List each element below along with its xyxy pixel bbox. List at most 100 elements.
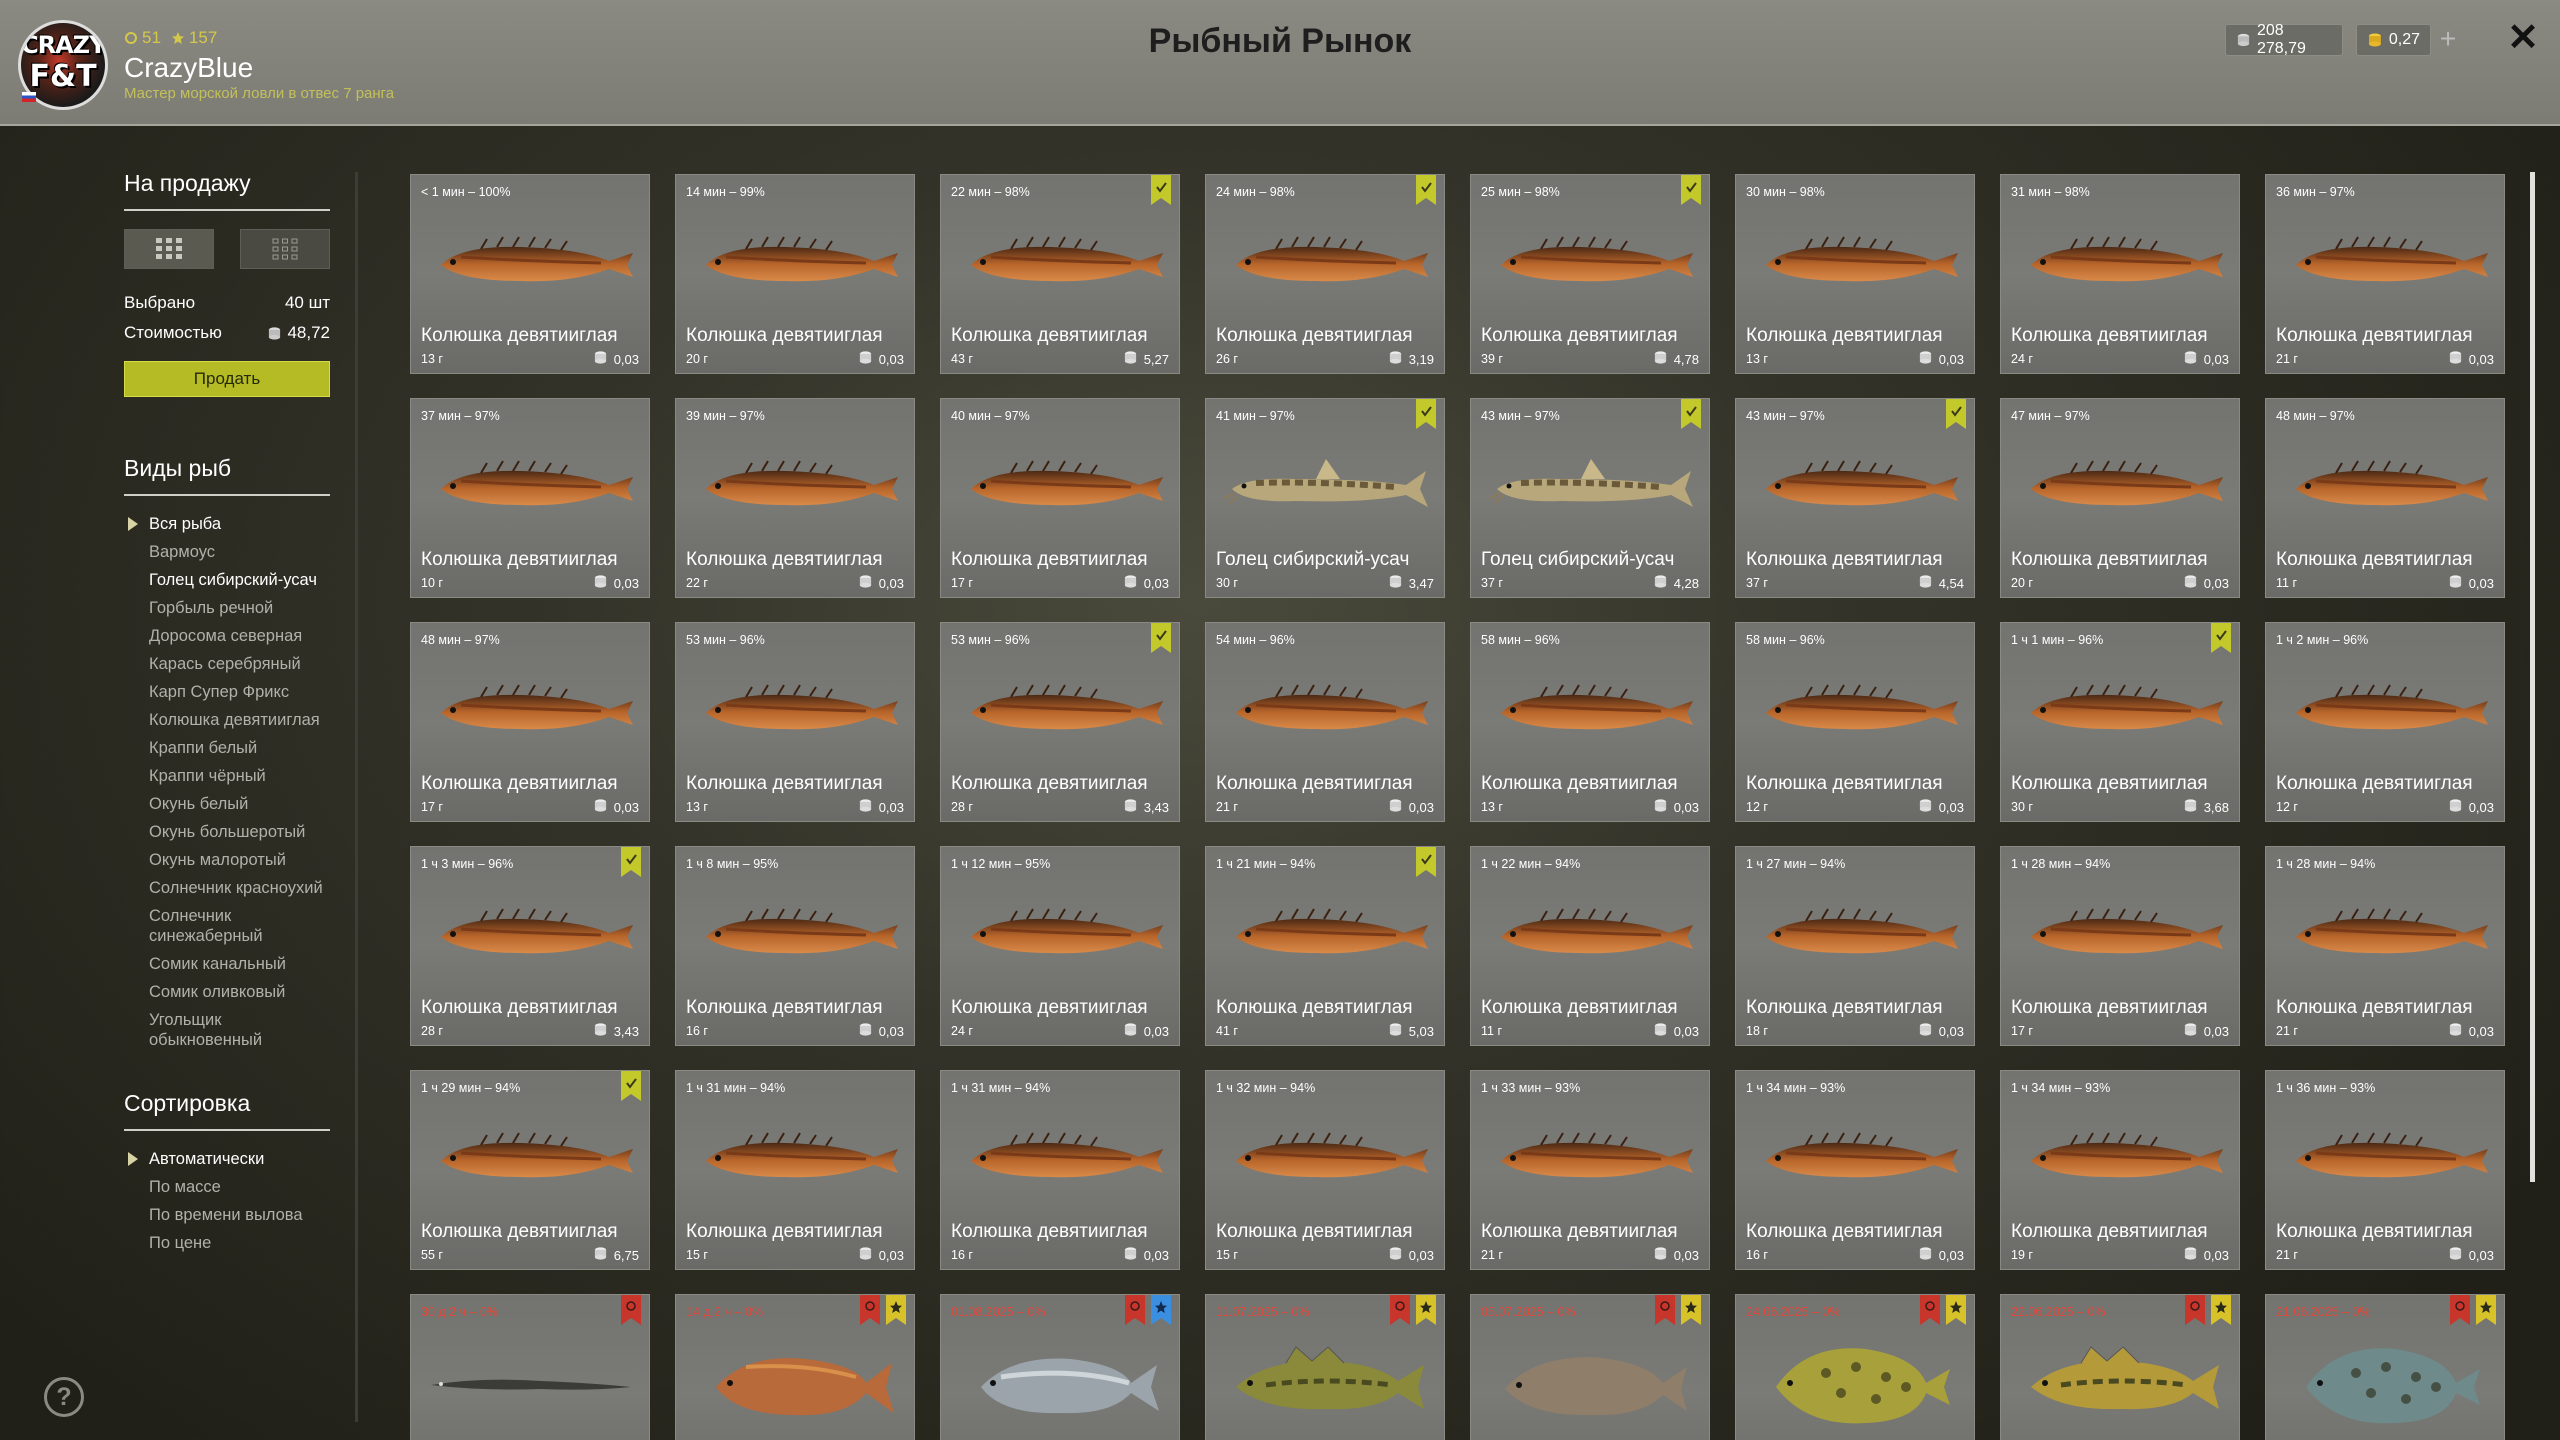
- stickleback-fish-image: [2031, 460, 2223, 506]
- fish-price-value: 3,68: [2203, 799, 2229, 815]
- fish-card[interactable]: 1 ч 34 мин – 93% Колюшка девятииглая 19 г…: [2000, 1070, 2240, 1270]
- catch-time-freshness: 58 мин – 96%: [1481, 633, 1560, 647]
- fish-card[interactable]: 21.06.2025 – 0%: [2265, 1294, 2505, 1440]
- fish-card[interactable]: 1 ч 21 мин – 94% Колюшка девятииглая 41 г…: [1205, 846, 1445, 1046]
- fish-card[interactable]: 1 ч 3 мин – 96% Колюшка девятииглая 28 г 3…: [410, 846, 650, 1046]
- sort-option[interactable]: По цене: [124, 1233, 330, 1253]
- fish-card[interactable]: 14 д 2 ч – 0%: [675, 1294, 915, 1440]
- fish-card[interactable]: 39 мин – 97% Колюшка девятииглая 22 г 0,03: [675, 398, 915, 598]
- fish-card[interactable]: 43 мин – 97% Колюшка девятииглая 37 г 4,54: [1735, 398, 1975, 598]
- fish-card[interactable]: 25 мин – 98% Колюшка девятииглая 39 г 4,78: [1470, 174, 1710, 374]
- gold-balance: 0,27: [2356, 24, 2431, 56]
- view-toggle: [124, 229, 330, 269]
- fish-card[interactable]: 1 ч 28 мин – 94% Колюшка девятииглая 17 г…: [2000, 846, 2240, 1046]
- fish-card[interactable]: 31 мин – 98% Колюшка девятииглая 24 г 0,03: [2000, 174, 2240, 374]
- species-item[interactable]: Вармоус: [124, 542, 330, 562]
- fish-card[interactable]: 54 мин – 96% Колюшка девятииглая 21 г 0,03: [1205, 622, 1445, 822]
- selected-arrow-icon: [128, 517, 138, 531]
- fish-card[interactable]: 1 ч 33 мин – 93% Колюшка девятииглая 21 г…: [1470, 1070, 1710, 1270]
- species-item[interactable]: Краппи чёрный: [124, 766, 330, 786]
- fish-card[interactable]: 48 мин – 97% Колюшка девятииглая 17 г 0,03: [410, 622, 650, 822]
- check-ribbon-icon: [1151, 623, 1171, 653]
- fish-card[interactable]: 24 мин – 98% Колюшка девятииглая 26 г 3,19: [1205, 174, 1445, 374]
- fish-card[interactable]: 1 ч 36 мин – 93% Колюшка девятииглая 21 г…: [2265, 1070, 2505, 1270]
- grid-scrollbar[interactable]: [2530, 172, 2535, 1182]
- fish-card[interactable]: 1 ч 2 мин – 96% Колюшка девятииглая 12 г 0…: [2265, 622, 2505, 822]
- fish-card[interactable]: 48 мин – 97% Колюшка девятииглая 11 г 0,03: [2265, 398, 2505, 598]
- fish-card[interactable]: 1 ч 28 мин – 94% Колюшка девятииглая 21 г…: [2265, 846, 2505, 1046]
- fish-price-value: 0,03: [1673, 799, 1699, 815]
- species-item[interactable]: Солнечник синежаберный: [124, 906, 330, 946]
- fish-card[interactable]: 40 мин – 97% Колюшка девятииглая 17 г 0,03: [940, 398, 1180, 598]
- fish-card[interactable]: 53 мин – 96% Колюшка девятииглая 13 г 0,03: [675, 622, 915, 822]
- fish-card[interactable]: 1 ч 27 мин – 94% Колюшка девятииглая 18 г…: [1735, 846, 1975, 1046]
- species-item[interactable]: Карп Супер Фрикс: [124, 682, 330, 702]
- favorite-ribbon-icon: [1681, 1295, 1701, 1325]
- gold-coins-icon: [2368, 33, 2381, 47]
- grid-small-view-button[interactable]: [240, 229, 330, 269]
- species-item[interactable]: Окунь большеротый: [124, 822, 330, 842]
- add-gold-button[interactable]: +: [2432, 24, 2464, 56]
- fish-weight: 28 г: [421, 1024, 443, 1038]
- fish-price: 0,03: [1123, 574, 1169, 592]
- silver-coins-icon: [2183, 574, 2198, 592]
- fish-card[interactable]: 58 мин – 96% Колюшка девятииглая 12 г 0,03: [1735, 622, 1975, 822]
- fish-card[interactable]: 1 ч 31 мин – 94% Колюшка девятииглая 15 г…: [675, 1070, 915, 1270]
- fish-card[interactable]: 1 ч 12 мин – 95% Колюшка девятииглая 24 г…: [940, 846, 1180, 1046]
- fish-card[interactable]: 53 мин – 96% Колюшка девятииглая 28 г 3,43: [940, 622, 1180, 822]
- sort-option[interactable]: По времени вылова: [124, 1205, 330, 1225]
- fish-card[interactable]: 14 мин – 99% Колюшка девятииглая 20 г 0,03: [675, 174, 915, 374]
- trophy-ribbon-icon: [1125, 1295, 1145, 1325]
- selected-label: Выбрано: [124, 293, 196, 312]
- fish-card[interactable]: 47 мин – 97% Колюшка девятииглая 20 г 0,03: [2000, 398, 2240, 598]
- fish-card[interactable]: 11.07.2025 – 0%: [1205, 1294, 1445, 1440]
- species-item[interactable]: Угольщик обыкновенный: [124, 1010, 330, 1050]
- fish-price: 4,28: [1653, 574, 1699, 592]
- species-item[interactable]: Голец сибирский-усач: [124, 570, 330, 590]
- fish-card[interactable]: 1 ч 34 мин – 93% Колюшка девятииглая 16 г…: [1735, 1070, 1975, 1270]
- fish-card[interactable]: 22 мин – 98% Колюшка девятииглая 43 г 5,27: [940, 174, 1180, 374]
- silver-coins-icon: [1388, 350, 1403, 368]
- fish-card[interactable]: 1 ч 32 мин – 94% Колюшка девятииглая 15 г…: [1205, 1070, 1445, 1270]
- fish-card[interactable]: 1 ч 22 мин – 94% Колюшка девятииглая 11 г…: [1470, 846, 1710, 1046]
- fish-card[interactable]: 58 мин – 96% Колюшка девятииглая 13 г 0,03: [1470, 622, 1710, 822]
- species-item[interactable]: Доросома северная: [124, 626, 330, 646]
- fish-card[interactable]: 30 мин – 98% Колюшка девятииглая 13 г 0,03: [1735, 174, 1975, 374]
- sort-option[interactable]: По массе: [124, 1177, 330, 1197]
- check-ribbon-icon: [1416, 847, 1436, 877]
- fish-card[interactable]: 41 мин – 97% Голец сибирский-усач 30 г 3,4…: [1205, 398, 1445, 598]
- grid-large-view-button[interactable]: [124, 229, 214, 269]
- fish-card[interactable]: 1 ч 29 мин – 94% Колюшка девятииглая 55 г…: [410, 1070, 650, 1270]
- sell-button[interactable]: Продать: [124, 361, 330, 397]
- species-item[interactable]: Солнечник красноухий: [124, 878, 330, 898]
- fish-card[interactable]: 36 мин – 97% Колюшка девятииглая 21 г 0,03: [2265, 174, 2505, 374]
- fish-name: Колюшка девятииглая: [421, 997, 618, 1018]
- species-item[interactable]: Краппи белый: [124, 738, 330, 758]
- sort-option[interactable]: Автоматически: [124, 1149, 330, 1169]
- fish-card[interactable]: 1 ч 8 мин – 95% Колюшка девятииглая 16 г 0…: [675, 846, 915, 1046]
- species-item[interactable]: Сомик канальный: [124, 954, 330, 974]
- fish-card[interactable]: < 1 мин – 100% Колюшка девятииглая 13 г 0,…: [410, 174, 650, 374]
- species-item[interactable]: Сомик оливковый: [124, 982, 330, 1002]
- fish-card[interactable]: 1 ч 1 мин – 96% Колюшка девятииглая 30 г 3…: [2000, 622, 2240, 822]
- fish-card[interactable]: 01.08.2025 – 0%: [940, 1294, 1180, 1440]
- species-item[interactable]: Горбыль речной: [124, 598, 330, 618]
- species-item[interactable]: Карась серебряный: [124, 654, 330, 674]
- fish-card[interactable]: 22.06.2025 – 0%: [2000, 1294, 2240, 1440]
- species-item[interactable]: Колюшка девятииглая: [124, 710, 330, 730]
- species-item[interactable]: Окунь белый: [124, 794, 330, 814]
- fish-card[interactable]: 1 ч 31 мин – 94% Колюшка девятииглая 16 г…: [940, 1070, 1180, 1270]
- fish-card[interactable]: 37 мин – 97% Колюшка девятииглая 10 г 0,03: [410, 398, 650, 598]
- fish-card[interactable]: 24.06.2025 – 0%: [1735, 1294, 1975, 1440]
- trophy-ribbon-icon: [1920, 1295, 1940, 1325]
- fish-card[interactable]: 43 мин – 97% Голец сибирский-усач 37 г 4,2…: [1470, 398, 1710, 598]
- species-item[interactable]: Вся рыба: [124, 514, 330, 534]
- help-button[interactable]: ?: [44, 1377, 84, 1417]
- close-button[interactable]: ✕: [2503, 18, 2543, 58]
- stickleback-fish-image: [1766, 684, 1958, 730]
- fish-weight: 19 г: [2011, 1248, 2033, 1262]
- fish-card[interactable]: 05.07.2025 – 0%: [1470, 1294, 1710, 1440]
- fish-card[interactable]: 30 д 2 ч – 0% Угольщик: [410, 1294, 650, 1440]
- stickleback-fish-image: [706, 1132, 898, 1178]
- species-item[interactable]: Окунь малоротый: [124, 850, 330, 870]
